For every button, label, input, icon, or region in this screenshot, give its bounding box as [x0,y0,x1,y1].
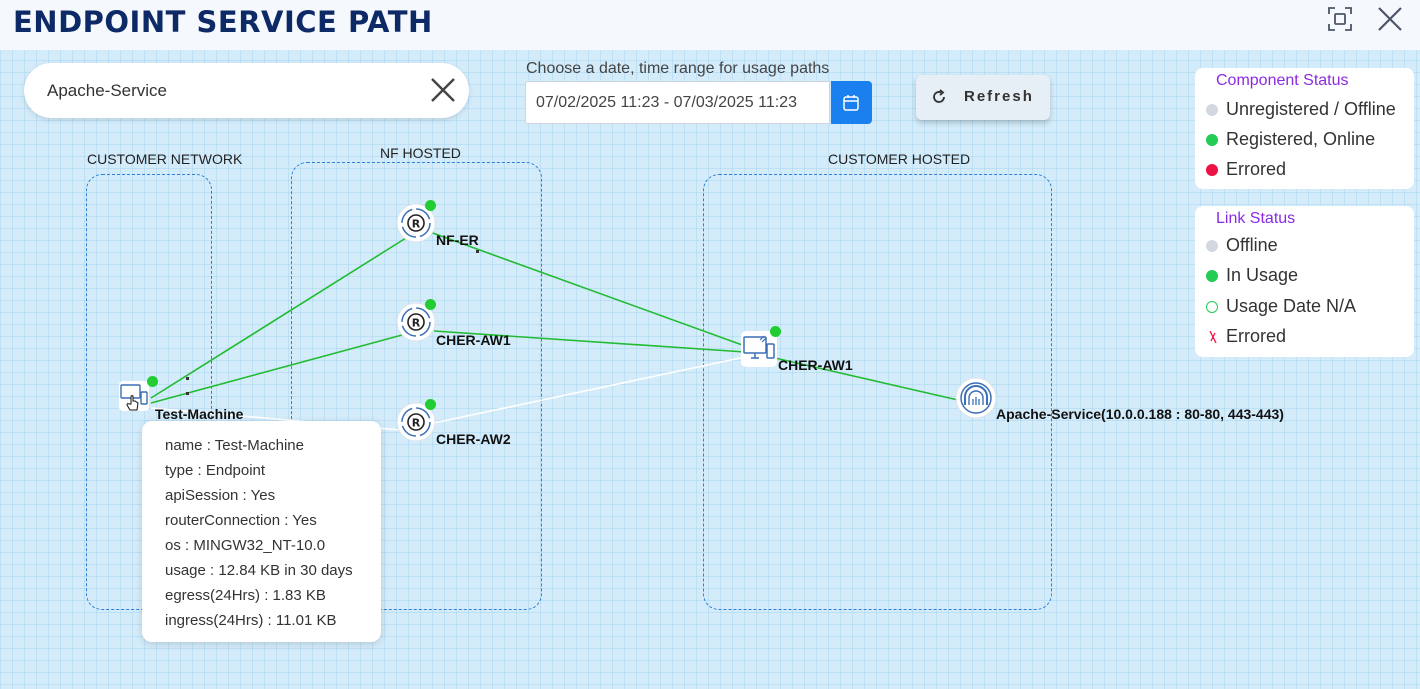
component-status-legend: Component Status Unregistered / Offline … [1195,68,1414,189]
node-cher-aw1-host[interactable] [740,326,781,368]
service-icon [955,377,997,419]
online-status-dot [425,200,436,211]
clear-search-icon[interactable] [430,77,456,103]
tooltip-row: ingress(24Hrs) : 11.01 KB [165,612,337,629]
tooltip-row: apiSession : Yes [165,487,276,504]
link-status-legend: Link Status Offline In Usage Usage Date … [1195,206,1414,357]
tooltip-row: egress(24Hrs) : 1.83 KB [165,587,326,604]
date-range-input[interactable] [525,81,830,124]
node-label: Apache-Service(10.0.0.188 : 80-80, 443-4… [996,406,1284,422]
legend-label: In Usage [1226,265,1299,285]
customer-hosted-zone [703,174,1052,610]
node-label: NF-ER [436,232,479,248]
online-status-dot [147,376,158,387]
online-status-dot [425,399,436,410]
zone-label: NF HOSTED [380,145,461,161]
node-cher-aw2[interactable]: R [396,399,436,442]
refresh-button[interactable]: Refresh [916,75,1050,120]
node-label: CHER-AW1 [778,357,853,373]
node-details-tooltip: name : Test-Machine type : Endpoint apiS… [142,421,381,642]
legend-label: Offline [1226,235,1278,255]
legend-label: Usage Date N/A [1226,296,1357,316]
svg-text:R: R [412,317,421,330]
status-dot-icon [1206,104,1218,116]
node-label: CHER-AW2 [436,431,511,447]
status-dot-icon [1206,164,1218,176]
node-test-machine[interactable] [118,376,158,416]
node-label: CHER-AW1 [436,332,511,348]
refresh-icon [933,89,945,103]
legend-label: Errored [1226,159,1287,179]
status-dot-icon [1206,270,1218,282]
search-box [24,63,469,118]
legend-label: Registered, Online [1226,129,1376,149]
close-icon[interactable] [1377,6,1403,32]
node-apache-service[interactable] [955,377,997,419]
legend-label: Errored [1226,326,1287,346]
node-label: Test-Machine [155,406,244,422]
online-status-dot [770,326,781,337]
fullscreen-icon[interactable] [1327,6,1353,32]
tooltip-row: routerConnection : Yes [165,512,317,529]
legend-title: Component Status [1216,72,1349,89]
date-range-label: Choose a date, time range for usage path… [526,60,830,77]
calendar-icon [843,95,859,111]
zone-label: CUSTOMER HOSTED [828,151,971,167]
svg-text:R: R [412,417,421,430]
node-nf-er[interactable]: R [396,200,436,243]
tooltip-row: os : MINGW32_NT-10.0 [165,537,326,554]
tooltip-row: usage : 12.84 KB in 30 days [165,562,353,579]
refresh-label: Refresh [964,88,1034,105]
endpoint-icon [119,381,149,411]
status-dot-icon [1206,240,1218,252]
legend-title: Link Status [1216,210,1296,227]
legend-label: Unregistered / Offline [1226,99,1396,119]
svg-text:R: R [412,218,421,231]
errored-link-icon [1209,330,1217,344]
calendar-button[interactable] [831,81,872,124]
header-bar: ENDPOINT SERVICE PATH [0,0,1420,50]
status-dot-icon [1206,134,1218,146]
hollow-dot-icon [1206,301,1218,313]
tooltip-row: type : Endpoint [165,462,266,479]
online-status-dot [425,299,436,310]
page-title: ENDPOINT SERVICE PATH [13,5,433,39]
node-cher-aw1-router[interactable]: R [396,299,436,342]
search-input[interactable] [47,76,427,106]
zone-label: CUSTOMER NETWORK [87,151,243,167]
tooltip-row: name : Test-Machine [165,437,304,454]
